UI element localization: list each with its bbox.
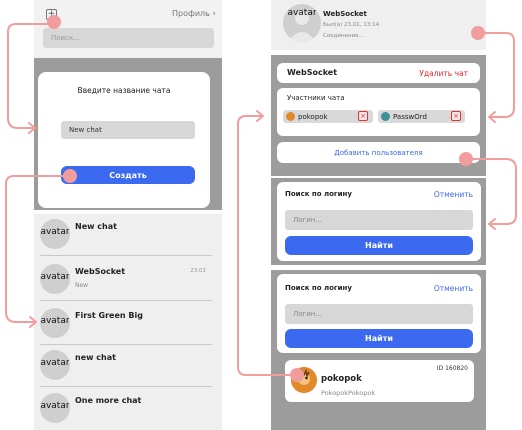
flow-arrow: [477, 32, 515, 118]
tap-indicator: [47, 15, 61, 29]
flow-arrow: [7, 23, 48, 129]
tap-indicator: [63, 169, 77, 183]
flow-arrow: [5, 175, 71, 323]
flow-arrow: [464, 158, 517, 225]
tap-indicator: [459, 152, 473, 166]
flow-arrow: [237, 115, 296, 376]
tap-indicator: [471, 26, 485, 40]
flow-arrows: [5, 15, 517, 382]
tap-indicator: [290, 368, 304, 382]
